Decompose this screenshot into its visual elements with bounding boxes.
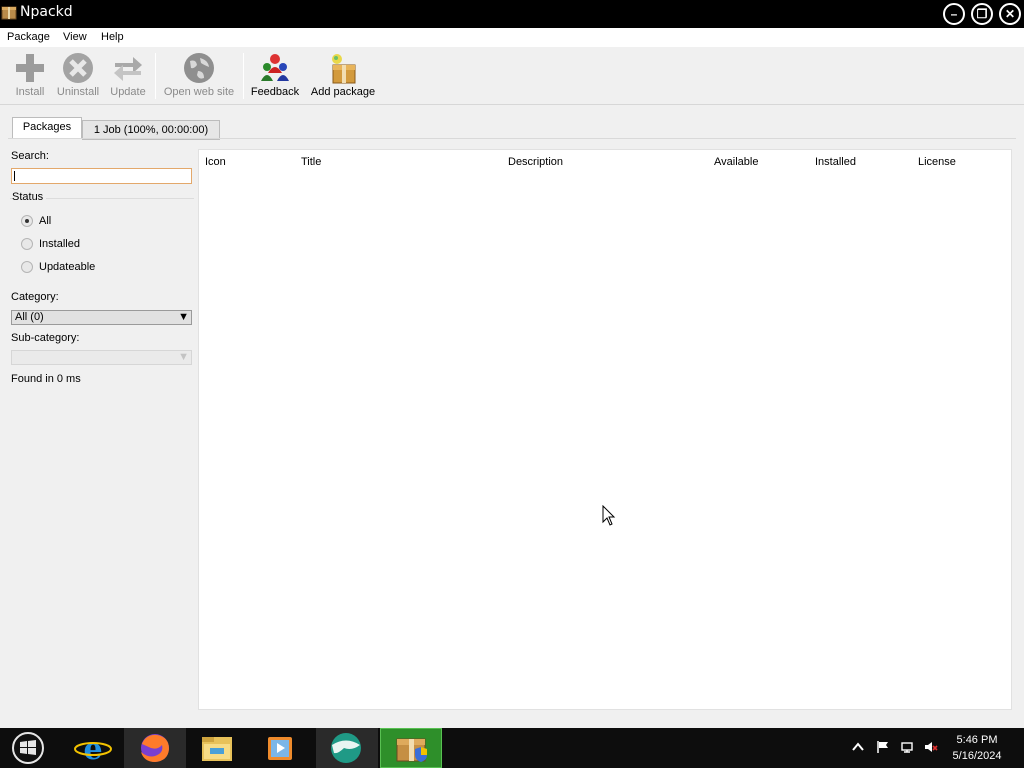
feedback-button[interactable]: Feedback — [250, 51, 300, 101]
plus-icon — [16, 54, 44, 82]
category-value: All (0) — [15, 311, 44, 323]
install-label: Install — [15, 86, 45, 98]
window-title: Npackd — [20, 4, 73, 20]
people-feedback-icon — [261, 54, 289, 81]
network-icon[interactable] — [900, 740, 914, 754]
uninstall-label: Uninstall — [56, 86, 100, 98]
update-label: Update — [110, 86, 146, 98]
menu-bar: Package View Help — [0, 28, 1024, 47]
column-header-icon[interactable]: Icon — [205, 156, 226, 168]
status-updateable-radio[interactable] — [21, 261, 33, 273]
subcategory-label: Sub-category: — [11, 332, 80, 344]
mouse-cursor-icon — [602, 505, 616, 526]
menu-view[interactable]: View — [63, 31, 87, 43]
status-updateable-label[interactable]: Updateable — [39, 261, 95, 273]
clock-date[interactable]: 5/16/2024 — [946, 750, 1008, 762]
package-table[interactable]: Icon Title Description Available Install… — [198, 149, 1012, 710]
column-header-available[interactable]: Available — [714, 156, 758, 168]
file-explorer-icon — [202, 737, 232, 761]
globe-icon — [184, 53, 214, 83]
search-input[interactable] — [11, 168, 192, 184]
taskbar-npackd[interactable] — [380, 728, 442, 768]
toolbar-separator — [155, 53, 156, 99]
tab-jobs[interactable]: 1 Job (100%, 00:00:00) — [82, 120, 220, 140]
toolbar: Install Uninstall Update Open web site F… — [0, 47, 1024, 105]
taskbar-internet-explorer[interactable]: e — [62, 728, 124, 768]
window-client: Package View Help Install Uninstall Upda… — [0, 28, 1024, 728]
add-package-icon — [332, 54, 356, 84]
column-header-installed[interactable]: Installed — [815, 156, 856, 168]
tab-packages[interactable]: Packages — [12, 117, 82, 138]
taskbar: e 5:46 PM 5/16/2024 — [0, 728, 1024, 768]
uninstall-button[interactable]: Uninstall — [55, 51, 101, 101]
column-header-description[interactable]: Description — [508, 156, 563, 168]
update-button[interactable]: Update — [106, 51, 150, 101]
windows-start-icon — [12, 732, 44, 764]
restore-icon[interactable]: ❐ — [971, 3, 993, 25]
taskbar-globe-browser[interactable] — [316, 728, 378, 768]
chevron-down-icon: ▼ — [178, 351, 189, 363]
search-label: Search: — [11, 150, 49, 162]
minimize-icon[interactable]: – — [943, 3, 965, 25]
category-select[interactable]: All (0) ▼ — [11, 310, 192, 325]
status-all-label[interactable]: All — [39, 215, 51, 227]
menu-help[interactable]: Help — [101, 31, 124, 43]
taskbar-file-explorer[interactable] — [186, 728, 248, 768]
chevron-down-icon: ▼ — [178, 311, 189, 323]
status-label: Status — [12, 191, 47, 203]
toolbar-separator — [243, 53, 244, 99]
clock-time[interactable]: 5:46 PM — [946, 734, 1008, 746]
chevron-up-icon[interactable] — [851, 740, 865, 754]
npackd-package-icon — [396, 738, 427, 762]
status-installed-radio[interactable] — [21, 238, 33, 250]
feedback-label: Feedback — [250, 86, 300, 98]
menu-package[interactable]: Package — [7, 31, 50, 43]
title-bar: Npackd – ❐ ✕ — [0, 0, 1024, 28]
add-package-button[interactable]: Add package — [309, 51, 377, 101]
tab-divider — [8, 138, 1016, 139]
package-icon — [1, 6, 17, 20]
category-label: Category: — [11, 291, 59, 303]
internet-explorer-icon: e — [74, 732, 112, 767]
media-player-icon — [268, 737, 292, 760]
status-all-radio[interactable] — [21, 215, 33, 227]
open-web-site-button[interactable]: Open web site — [162, 51, 236, 101]
svg-text:e: e — [83, 732, 102, 767]
taskbar-media-player[interactable] — [248, 728, 310, 768]
found-status: Found in 0 ms — [11, 373, 81, 385]
volume-muted-icon[interactable] — [924, 740, 938, 754]
close-icon[interactable]: ✕ — [999, 3, 1021, 25]
column-header-title[interactable]: Title — [301, 156, 321, 168]
install-button[interactable]: Install — [6, 51, 54, 101]
open-web-site-label: Open web site — [163, 86, 235, 98]
column-header-license[interactable]: License — [918, 156, 956, 168]
start-button[interactable] — [0, 728, 62, 768]
status-installed-label[interactable]: Installed — [39, 238, 80, 250]
add-package-label: Add package — [310, 86, 376, 98]
update-arrows-icon — [114, 57, 142, 81]
browser-globe-icon — [331, 733, 361, 763]
flag-icon[interactable] — [876, 740, 890, 754]
subcategory-select[interactable]: ▼ — [11, 350, 192, 365]
remove-icon — [63, 53, 93, 83]
text-caret — [14, 171, 15, 181]
firefox-icon — [141, 734, 169, 762]
taskbar-firefox[interactable] — [124, 728, 186, 768]
